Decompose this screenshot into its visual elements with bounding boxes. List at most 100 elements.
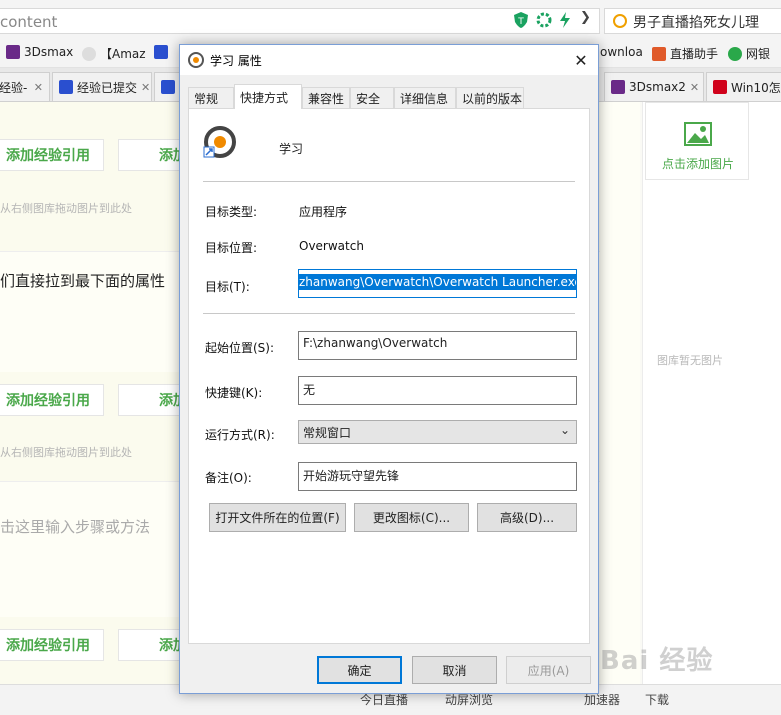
hotkey-label: 快捷键(K):: [205, 386, 263, 400]
bookmark-download[interactable]: ownloa: [600, 45, 643, 59]
tab-label: Win10怎: [731, 80, 781, 95]
run-value: 常规窗口: [303, 426, 352, 440]
bookmark-label: 3Dsmax: [24, 45, 74, 59]
tab-compatibility[interactable]: 兼容性: [302, 87, 350, 108]
tab-win10[interactable]: Win10怎: [706, 72, 781, 101]
run-select[interactable]: 常规窗口 ⌄: [298, 420, 577, 444]
drop-hint: 从右侧图库拖动图片到此处: [0, 202, 132, 215]
tab-baidu[interactable]: [154, 72, 180, 101]
divider: [203, 181, 575, 182]
bookmark-icon: [82, 46, 96, 61]
target-type-label: 目标类型:: [205, 205, 258, 219]
target-input[interactable]: zhanwang\Overwatch\Overwatch Launcher.ex…: [298, 269, 577, 298]
start-in-input[interactable]: F:\zhanwang\Overwatch: [298, 331, 577, 360]
yen-icon: [728, 46, 742, 61]
change-icon-button[interactable]: 更改图标(C)...: [354, 503, 469, 532]
comment-input[interactable]: 开始游玩守望先锋: [298, 462, 577, 491]
lightning-icon[interactable]: [558, 12, 572, 28]
tab-label: 3Dsmax2: [629, 80, 686, 94]
shield-icon[interactable]: T: [512, 11, 530, 29]
run-label: 运行方式(R):: [205, 428, 275, 442]
site-icon: [713, 80, 727, 94]
step-input-placeholder[interactable]: 击这里输入步骤或方法: [0, 516, 150, 537]
search-box[interactable]: 男子直播掐死女儿理: [604, 8, 781, 34]
add-reference-button[interactable]: 添加经验引用: [0, 384, 104, 416]
divider: [203, 313, 575, 314]
browser-toolbar: content T ❯ 男子直播掐死女儿理: [0, 0, 781, 40]
tab-details[interactable]: 详细信息: [394, 87, 456, 108]
tab-label: 经验已提交: [77, 80, 138, 95]
bookmark-bank[interactable]: 网银: [728, 45, 770, 62]
close-icon[interactable]: ✕: [690, 81, 699, 94]
search-text: 男子直播掐死女儿理: [633, 15, 759, 31]
tab-shortcut[interactable]: 快捷方式: [234, 84, 302, 109]
ok-button[interactable]: 确定: [317, 656, 402, 684]
comment-label: 备注(O):: [205, 471, 252, 485]
add-reference-button[interactable]: 添加经验引用: [0, 139, 104, 171]
paw-icon: [59, 80, 73, 94]
image-icon: [684, 122, 712, 146]
cancel-button[interactable]: 取消: [412, 656, 497, 684]
bookmark-label: ownloa: [600, 45, 643, 59]
overwatch-icon: [188, 52, 204, 68]
drop-hint: 从右侧图库拖动图片到此处: [0, 446, 132, 459]
bookmark-baidu[interactable]: [154, 45, 168, 59]
tab-security[interactable]: 安全: [350, 87, 394, 108]
status-item[interactable]: 下载: [645, 691, 669, 708]
shortcut-name: 学习: [279, 142, 304, 156]
bookmark-label: 直播助手: [670, 47, 719, 61]
add-reference-button[interactable]: 添加: [118, 139, 188, 171]
target-label: 目标(T):: [205, 280, 250, 294]
close-button[interactable]: ✕: [564, 45, 598, 75]
close-icon[interactable]: ✕: [34, 81, 43, 94]
bookmark-amazon[interactable]: 【Amaz: [82, 45, 146, 62]
target-location-value: Overwatch: [299, 239, 364, 253]
add-reference-button[interactable]: 添加: [118, 384, 188, 416]
bookmark-live-helper[interactable]: 直播助手: [652, 45, 718, 62]
tab-submitted[interactable]: 经验已提交 ✕: [52, 72, 152, 101]
close-icon[interactable]: ✕: [141, 81, 150, 94]
bookmark-3dsmax[interactable]: 3Dsmax: [6, 45, 73, 59]
bookmark-label: 【Amaz: [100, 47, 146, 61]
paw-icon: [161, 80, 175, 94]
svg-text:T: T: [517, 17, 524, 27]
tab-label: 经验-: [0, 80, 28, 95]
advanced-button[interactable]: 高级(D)...: [477, 503, 577, 532]
tab-previous-versions[interactable]: 以前的版本: [456, 87, 524, 108]
target-value: zhanwang\Overwatch\Overwatch Launcher.ex…: [299, 274, 576, 290]
tab-experience[interactable]: 经验- ✕: [0, 72, 50, 101]
search-icon: [613, 14, 627, 28]
add-reference-button[interactable]: 添加经验引用: [0, 629, 104, 661]
gear-icon[interactable]: [536, 12, 552, 28]
dropdown-arrow-icon[interactable]: ❯: [580, 10, 591, 25]
image-library-panel: 点击添加图片 图库暂无图片: [642, 102, 781, 692]
apply-button[interactable]: 应用(A): [506, 656, 591, 684]
no-image-text: 图库暂无图片: [657, 354, 723, 367]
step-text[interactable]: 们直接拉到最下面的属性: [0, 270, 165, 291]
add-image-label: 点击添加图片: [661, 157, 734, 171]
address-bar[interactable]: content: [0, 8, 600, 34]
overwatch-shortcut-icon: [203, 126, 236, 158]
add-image-button[interactable]: 点击添加图片: [645, 102, 749, 180]
target-location-label: 目标位置:: [205, 241, 258, 255]
start-in-label: 起始位置(S):: [205, 341, 275, 355]
baidu-watermark: Bai 经验: [600, 646, 714, 676]
chevron-down-icon: ⌄: [559, 423, 570, 437]
properties-dialog: 学习 属性 ✕ 常规 快捷方式 兼容性 安全 详细信息 以前的版本 学习 目标类…: [179, 44, 599, 694]
tab-general[interactable]: 常规: [188, 87, 234, 108]
app-icon: [611, 80, 625, 94]
bookmark-icon: [652, 46, 666, 61]
dialog-titlebar[interactable]: 学习 属性 ✕: [180, 45, 598, 75]
target-type-value: 应用程序: [299, 205, 348, 219]
tab-3dsmax[interactable]: 3Dsmax2 ✕: [604, 72, 704, 101]
add-reference-button[interactable]: 添加: [118, 629, 188, 661]
open-file-location-button[interactable]: 打开文件所在的位置(F): [209, 503, 346, 532]
dialog-title: 学习 属性: [210, 54, 262, 68]
bookmark-label: 网银: [746, 47, 771, 61]
bookmark-icon: [6, 45, 20, 59]
address-icons: T: [512, 10, 572, 30]
shortcut-panel: 学习 目标类型: 应用程序 目标位置: Overwatch 目标(T): zha…: [188, 108, 590, 644]
paw-icon: [154, 45, 168, 59]
address-text: content: [0, 13, 58, 31]
hotkey-input[interactable]: 无: [298, 376, 577, 405]
